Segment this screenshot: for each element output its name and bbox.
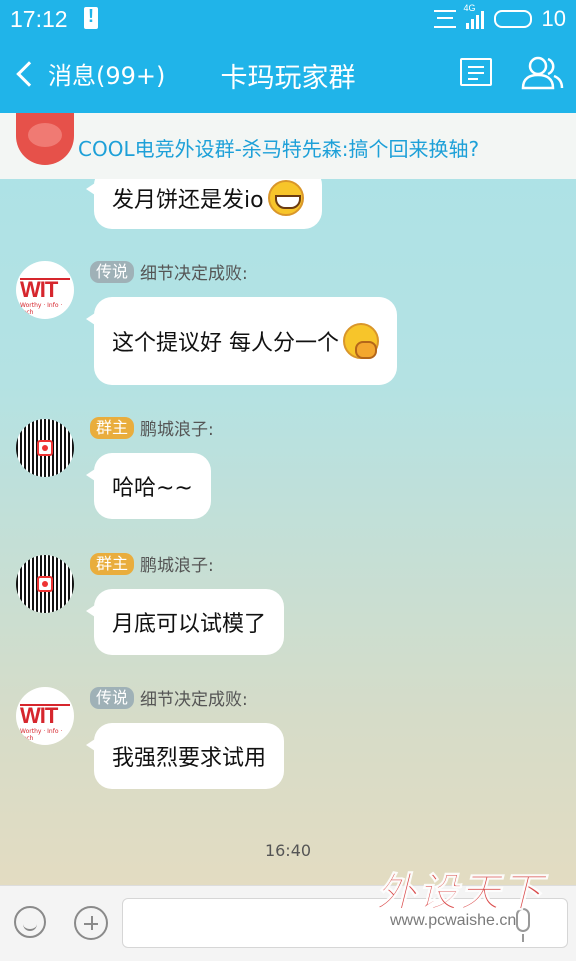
emoji-icon[interactable] [14, 906, 46, 938]
message-text: 月底可以试模了 [112, 612, 267, 637]
sender-name: 细节决定成败: [140, 690, 248, 710]
status-bar: 17:12 4G 10 [0, 0, 576, 38]
microphone-icon[interactable] [516, 908, 530, 942]
qr-code-icon [37, 440, 53, 456]
battery-icon [493, 10, 532, 28]
grin-emoji-icon [267, 180, 304, 216]
qr-code-icon [37, 576, 53, 592]
pinned-avatar [16, 113, 74, 165]
sender-line: 群主 鹏城浪子: [90, 551, 214, 576]
avatar-logo-sub: Worthy · Info · Tech [20, 728, 63, 742]
avatar-logo-sub: Worthy · Info · Tech [20, 302, 63, 316]
message-bubble[interactable]: 这个提议好 每人分一个 [86, 297, 397, 385]
message-bubble[interactable]: 我强烈要求试用 [85, 723, 285, 789]
avatar[interactable] [16, 555, 74, 613]
plus-icon[interactable] [74, 906, 108, 940]
message-list[interactable]: 发月饼还是发io WIT Worthy · Info · Tech 传说 细节决… [0, 179, 576, 885]
battery-level: 10 [541, 6, 566, 31]
sender-line: 传说 细节决定成败: [90, 685, 248, 710]
sender-name: 鹏城浪子: [140, 420, 214, 440]
app-header: 消息(99+) 卡玛玩家群 [0, 38, 576, 113]
message-bubble[interactable]: 哈哈~~ [86, 453, 211, 519]
pinned-message-text: COOL电竞外设群-杀马特先森:搞个回来换轴? [78, 137, 480, 161]
rank-badge: 传说 [90, 686, 135, 709]
shy-emoji-icon [343, 323, 379, 359]
group-members-icon[interactable] [520, 54, 564, 90]
message-text: 我强烈要求试用 [112, 746, 267, 771]
avatar[interactable] [16, 419, 74, 477]
owner-badge: 群主 [90, 552, 135, 575]
alert-icon [84, 6, 98, 29]
sender-name: 细节决定成败: [140, 264, 248, 284]
avatar[interactable]: WIT Worthy · Info · Tech [16, 687, 74, 745]
timestamp: 16:40 [264, 841, 312, 860]
signal-icon: 4G [464, 3, 484, 29]
message-bubble[interactable]: 月底可以试模了 [85, 589, 285, 655]
sender-name: 鹏城浪子: [140, 556, 214, 576]
input-bar [0, 885, 576, 961]
rank-badge: 传说 [90, 260, 135, 283]
group-notice-icon[interactable] [460, 58, 492, 86]
sender-line: 传说 细节决定成败: [90, 259, 248, 284]
message-text: 哈哈~~ [112, 476, 193, 501]
sender-line: 群主 鹏城浪子: [90, 415, 214, 440]
message-input[interactable] [122, 898, 568, 948]
status-right: 4G 10 [433, 3, 566, 32]
message-bubble[interactable]: 发月饼还是发io [86, 179, 322, 229]
avatar[interactable]: WIT Worthy · Info · Tech [16, 261, 74, 319]
pinned-message-banner[interactable]: COOL电竞外设群-杀马特先森:搞个回来换轴? [0, 113, 576, 179]
message-text: 发月饼还是发io [112, 188, 264, 213]
avatar-logo: WIT [20, 703, 58, 728]
notification-lines-icon [433, 10, 456, 28]
message-text: 这个提议好 每人分一个 [112, 331, 339, 356]
status-time: 17:12 [10, 6, 68, 32]
owner-badge: 群主 [90, 416, 135, 439]
network-type: 4G [463, 3, 476, 13]
avatar-logo: WIT [20, 277, 58, 302]
